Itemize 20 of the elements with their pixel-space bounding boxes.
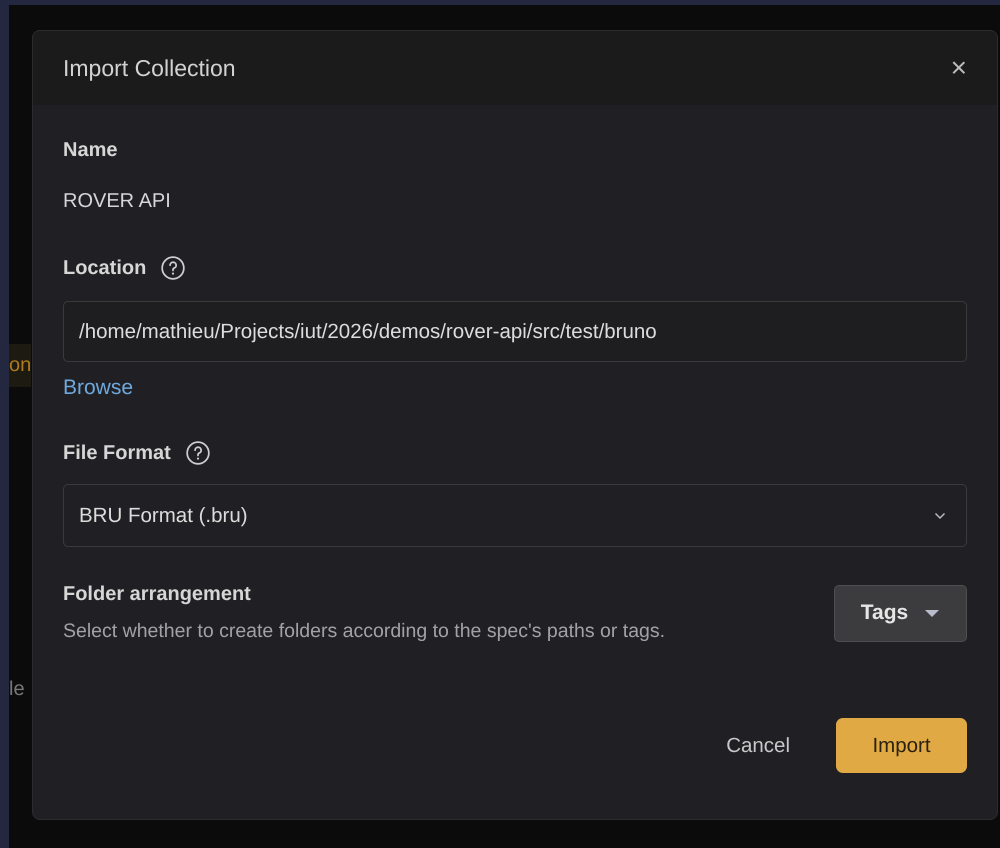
field-label: Folder arrangement xyxy=(63,583,252,606)
file-format-select[interactable]: BRU Format (.bru) xyxy=(63,484,967,547)
field-label: File Format xyxy=(63,442,171,464)
field-label: Name xyxy=(63,139,118,162)
chevron-down-icon xyxy=(934,512,946,520)
dialog-title: Import Collection xyxy=(63,54,236,82)
name-value: ROVER API xyxy=(63,190,172,213)
help-icon[interactable] xyxy=(160,255,186,281)
tags-dropdown[interactable]: Tags xyxy=(834,584,967,642)
location-field[interactable]: /home/mathieu/Projects/iut/2026/demos/rover-api/src/test/bruno xyxy=(63,301,967,362)
caret-icon xyxy=(924,608,940,618)
background-text: on xyxy=(9,344,32,387)
import-button[interactable]: Import xyxy=(836,718,967,773)
help-icon[interactable] xyxy=(184,440,211,466)
field-label: Location xyxy=(63,256,146,280)
background-text: le xyxy=(9,678,25,701)
browse-link[interactable]: Browse xyxy=(63,376,134,400)
close-button[interactable]: × xyxy=(946,54,971,82)
field-description: Select whether to create folders according to the spec's paths or tags. xyxy=(63,620,666,643)
cancel-button[interactable]: Cancel xyxy=(726,734,790,758)
